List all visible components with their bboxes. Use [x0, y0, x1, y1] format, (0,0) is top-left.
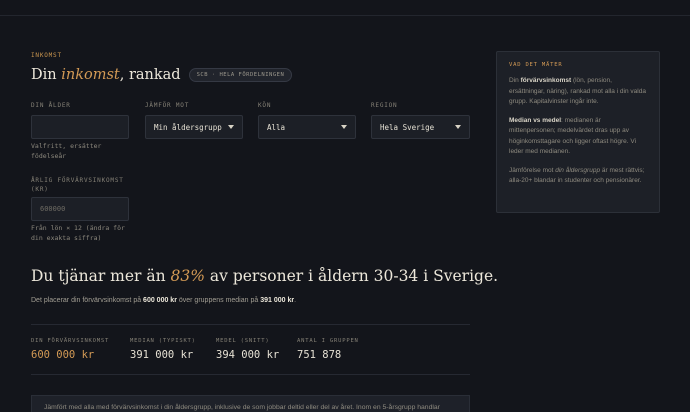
info-panel-title: VAD DET MÄTER: [509, 62, 563, 68]
subline-prefix: Det placerar din förvärvsinkomst på: [31, 297, 144, 304]
result-subline: Det placerar din förvärvsinkomst på 600 …: [31, 297, 296, 304]
title-row: Din inkomst, rankad SCB · HELA FÖRDELNIN…: [31, 67, 293, 83]
stat-label: DIN FÖRVÄRVSINKOMST: [31, 338, 110, 344]
stat-label: ANTAL I GRUPPEN: [297, 338, 359, 344]
headline-suffix: av personer i åldern 30-34 i Sverige.: [204, 267, 499, 285]
result-headline: Du tjänar mer än 83% av personer i ålder…: [31, 267, 498, 285]
info-paragraph-income: Din förvärvsinkomst (lön, pension, ersät…: [509, 76, 647, 108]
info-text: Din: [509, 77, 521, 84]
stat-median: MEDIAN (TYPISKT) 391 000 kr: [130, 338, 196, 361]
subline-middle: över gruppens median på: [176, 297, 261, 304]
divider: [31, 374, 470, 375]
chevron-down-icon: [455, 125, 461, 129]
stat-count: ANTAL I GRUPPEN 751 878: [297, 338, 359, 361]
stat-value: 751 878: [297, 349, 342, 361]
gender-label: KÖN: [258, 102, 272, 109]
divider: [31, 324, 470, 325]
info-paragraph-group: Jämförelse mot din åldersgrupp är mest r…: [509, 166, 647, 187]
subline-income: 600 000 kr: [143, 297, 177, 304]
region-value: Hela Sverige: [380, 122, 435, 132]
chevron-down-icon: [228, 125, 234, 129]
subline-median: 391 000 kr: [260, 297, 295, 304]
gender-select[interactable]: Alla: [258, 115, 356, 139]
source-badge: SCB · HELA FÖRDELNINGEN: [188, 68, 293, 82]
age-hint: Valfritt, ersätter födelseår: [31, 142, 102, 160]
stat-value: 394 000 kr: [216, 349, 280, 361]
top-bar: [0, 0, 690, 16]
gender-value: Alla: [267, 122, 286, 132]
stat-value: 600 000 kr: [31, 349, 95, 361]
info-panel: VAD DET MÄTER Din förvärvsinkomst (lön, …: [496, 51, 660, 213]
age-label: DIN ÅLDER: [31, 102, 71, 109]
title-accent: inkomst: [61, 67, 120, 83]
page-title: Din inkomst, rankad: [31, 67, 181, 83]
info-paragraph-median: Median vs medel: medianen är mittenperso…: [509, 116, 647, 158]
stat-value: 391 000 kr: [130, 349, 194, 361]
info-term: Median vs medel: [509, 116, 562, 124]
age-input[interactable]: [31, 115, 129, 139]
stat-mean: MEDEL (SNITT) 394 000 kr: [216, 338, 279, 361]
income-label: ÅRLIG FÖRVÄRVSINKOMST (KR): [31, 177, 124, 193]
title-prefix: Din: [31, 67, 62, 83]
stat-label: MEDEL (SNITT): [216, 338, 270, 344]
title-suffix: , rankad: [119, 67, 181, 83]
region-select[interactable]: Hela Sverige: [371, 115, 470, 139]
income-hint: Från lön × 12 (ändra för din exakta siff…: [31, 224, 125, 242]
comparison-note: Jämfört med alla med förvärvsinkomst i d…: [31, 395, 470, 412]
section-eyebrow: INKOMST: [31, 52, 62, 59]
compare-value: Min åldersgrupp: [154, 122, 222, 132]
stat-label: MEDIAN (TYPISKT): [130, 338, 196, 344]
stat-income: DIN FÖRVÄRVSINKOMST 600 000 kr: [31, 338, 109, 361]
subline-end: .: [294, 297, 297, 304]
income-input[interactable]: 600000: [31, 197, 129, 221]
chevron-down-icon: [341, 125, 347, 129]
info-text: Jämförelse mot: [509, 166, 556, 174]
compare-select[interactable]: Min åldersgrupp: [145, 115, 243, 139]
headline-percentile: 83%: [170, 267, 205, 285]
info-term: din åldersgrupp: [555, 166, 601, 174]
compare-label: JÄMFÖR MOT: [145, 102, 190, 109]
headline-prefix: Du tjänar mer än: [31, 267, 171, 285]
info-term: förvärvsinkomst: [520, 77, 572, 84]
region-label: REGION: [371, 102, 398, 109]
